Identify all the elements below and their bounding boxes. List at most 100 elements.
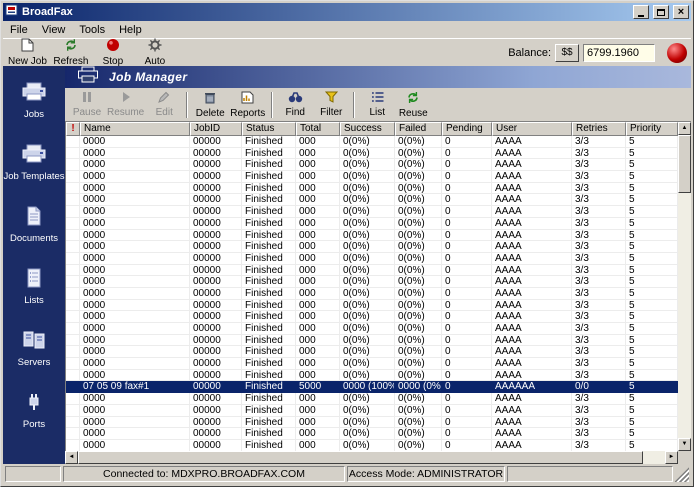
cell-alert (66, 276, 80, 288)
table-row[interactable]: 0000 00000 Finished 000 0(0%) 0(0%) 0 AA… (66, 147, 678, 160)
cell-priority: 5 (626, 439, 678, 451)
table-row[interactable]: 0000 00000 Finished 000 0(0%) 0(0%) 0 AA… (66, 334, 678, 347)
sidebar-item-ports[interactable]: Ports (3, 392, 65, 430)
table-row[interactable]: 0000 00000 Finished 000 0(0%) 0(0%) 0 AA… (66, 299, 678, 312)
cell-status: Finished (242, 206, 296, 218)
broadfax-window: BroadFax × File View Tools Help New Job … (0, 0, 694, 487)
cell-status: Finished (242, 334, 296, 347)
column-header-status[interactable]: Status (242, 122, 296, 136)
column-header-priority[interactable]: Priority (626, 122, 678, 136)
job-table-body: 0000 00000 Finished 000 0(0%) 0(0%) 0 AA… (66, 136, 678, 451)
balance-value-field[interactable] (583, 43, 655, 62)
table-row[interactable]: 0000 00000 Finished 000 0(0%) 0(0%) 0 AA… (66, 217, 678, 230)
cell-name: 0000 (80, 404, 190, 417)
column-header-pending[interactable]: Pending (442, 122, 492, 136)
delete-button[interactable]: Delete (192, 90, 228, 120)
column-header-retries[interactable]: Retries (572, 122, 626, 136)
reports-button[interactable]: Reports (228, 90, 267, 120)
filter-button[interactable]: Filter (313, 90, 349, 120)
scroll-right-icon[interactable]: ► (665, 451, 678, 464)
cell-name: 0000 (80, 171, 190, 183)
table-row[interactable]: 0000 00000 Finished 000 0(0%) 0(0%) 0 AA… (66, 439, 678, 451)
menu-tools[interactable]: Tools (72, 22, 112, 38)
refresh-button[interactable]: Refresh (50, 39, 92, 67)
vertical-scroll-thumb[interactable] (678, 135, 691, 193)
horizontal-scroll-thumb[interactable] (78, 451, 643, 464)
cell-total: 000 (296, 439, 340, 451)
sidebar-item-servers[interactable]: Servers (3, 330, 65, 368)
table-row[interactable]: 0000 00000 Finished 000 0(0%) 0(0%) 0 AA… (66, 252, 678, 265)
statusbar: Connected to: MDXPRO.BROADFAX.COM Access… (3, 464, 691, 484)
resize-grip[interactable] (675, 466, 689, 482)
table-row[interactable]: 0000 00000 Finished 000 0(0%) 0(0%) 0 AA… (66, 358, 678, 370)
find-button[interactable]: Find (277, 90, 313, 120)
sidebar-item-jobs[interactable]: Jobs (3, 82, 65, 120)
sidebar-item-lists[interactable]: Lists (3, 268, 65, 306)
scroll-up-icon[interactable]: ▲ (678, 122, 691, 135)
table-row[interactable]: 0000 00000 Finished 000 0(0%) 0(0%) 0 AA… (66, 428, 678, 440)
report-document-icon (241, 91, 254, 107)
cell-priority: 5 (626, 323, 678, 335)
column-header-alert[interactable]: ! (66, 122, 80, 136)
list-button[interactable]: List (359, 90, 395, 120)
table-row[interactable]: 0000 00000 Finished 000 0(0%) 0(0%) 0 AA… (66, 369, 678, 382)
cell-success: 0(0%) (340, 182, 395, 195)
table-row[interactable]: 0000 00000 Finished 000 0(0%) 0(0%) 0 AA… (66, 264, 678, 277)
table-row[interactable]: 0000 00000 Finished 000 0(0%) 0(0%) 0 AA… (66, 229, 678, 242)
table-row[interactable]: 0000 00000 Finished 000 0(0%) 0(0%) 0 AA… (66, 393, 678, 405)
cell-name: 0000 (80, 439, 190, 451)
new-job-button[interactable]: New Job (5, 38, 50, 67)
cell-total: 000 (296, 171, 340, 183)
horizontal-scrollbar[interactable]: ◄ ► (65, 451, 678, 464)
table-row[interactable]: 0000 00000 Finished 000 0(0%) 0(0%) 0 AA… (66, 182, 678, 195)
resume-button[interactable]: Resume (105, 90, 146, 120)
minimize-button[interactable] (633, 5, 649, 19)
table-row[interactable]: 07 05 09 fax#1 00000 Finished 5000 0000 … (66, 381, 678, 394)
sidebar-item-job-templates[interactable]: Job Templates (3, 144, 65, 182)
table-row[interactable]: 0000 00000 Finished 000 0(0%) 0(0%) 0 AA… (66, 136, 678, 148)
pause-button[interactable]: Pause (69, 90, 105, 120)
table-row[interactable]: 0000 00000 Finished 000 0(0%) 0(0%) 0 AA… (66, 206, 678, 218)
resume-label: Resume (107, 107, 145, 118)
cell-success: 0(0%) (340, 264, 395, 277)
column-header-success[interactable]: Success (340, 122, 395, 136)
menu-help[interactable]: Help (112, 22, 149, 38)
maximize-button[interactable] (653, 5, 669, 19)
scroll-left-icon[interactable]: ◄ (65, 451, 78, 464)
reuse-button[interactable]: Reuse (395, 90, 431, 120)
cell-retries: 3/3 (572, 311, 626, 323)
column-header-total[interactable]: Total (296, 122, 340, 136)
table-row[interactable]: 0000 00000 Finished 000 0(0%) 0(0%) 0 AA… (66, 404, 678, 417)
menu-file[interactable]: File (3, 22, 35, 38)
menu-view[interactable]: View (35, 22, 73, 38)
scroll-down-icon[interactable]: ▼ (678, 438, 691, 451)
table-row[interactable]: 0000 00000 Finished 000 0(0%) 0(0%) 0 AA… (66, 346, 678, 359)
table-row[interactable]: 0000 00000 Finished 000 0(0%) 0(0%) 0 AA… (66, 287, 678, 300)
table-row[interactable]: 0000 00000 Finished 000 0(0%) 0(0%) 0 AA… (66, 276, 678, 288)
column-header-name[interactable]: Name (80, 122, 190, 136)
table-row[interactable]: 0000 00000 Finished 000 0(0%) 0(0%) 0 AA… (66, 311, 678, 323)
balance-currency-button[interactable]: $$ (555, 43, 579, 62)
column-header-user[interactable]: User (492, 122, 572, 136)
vertical-scroll-track[interactable] (678, 193, 691, 438)
job-manager-toolbar: Pause Resume Edit Delete Reports Find Fi… (65, 88, 691, 121)
edit-button[interactable]: Edit (146, 90, 182, 120)
table-row[interactable]: 0000 00000 Finished 000 0(0%) 0(0%) 0 AA… (66, 323, 678, 335)
cell-total: 000 (296, 393, 340, 405)
cell-alert (66, 159, 80, 172)
column-header-failed[interactable]: Failed (395, 122, 442, 136)
table-row[interactable]: 0000 00000 Finished 000 0(0%) 0(0%) 0 AA… (66, 159, 678, 172)
table-row[interactable]: 0000 00000 Finished 000 0(0%) 0(0%) 0 AA… (66, 416, 678, 429)
stop-button[interactable]: Stop (92, 39, 134, 67)
column-header-jobid[interactable]: JobID (190, 122, 242, 136)
sidebar-item-documents[interactable]: Documents (3, 206, 65, 244)
table-row[interactable]: 0000 00000 Finished 000 0(0%) 0(0%) 0 AA… (66, 241, 678, 253)
auto-button[interactable]: Auto (134, 38, 176, 67)
table-row[interactable]: 0000 00000 Finished 000 0(0%) 0(0%) 0 AA… (66, 194, 678, 207)
table-row[interactable]: 0000 00000 Finished 000 0(0%) 0(0%) 0 AA… (66, 171, 678, 183)
cell-success: 0(0%) (340, 206, 395, 218)
menubar: File View Tools Help (3, 21, 691, 38)
close-button[interactable]: × (673, 5, 689, 19)
cell-jobid: 00000 (190, 299, 242, 312)
vertical-scrollbar[interactable]: ▲ ▼ (678, 122, 691, 451)
